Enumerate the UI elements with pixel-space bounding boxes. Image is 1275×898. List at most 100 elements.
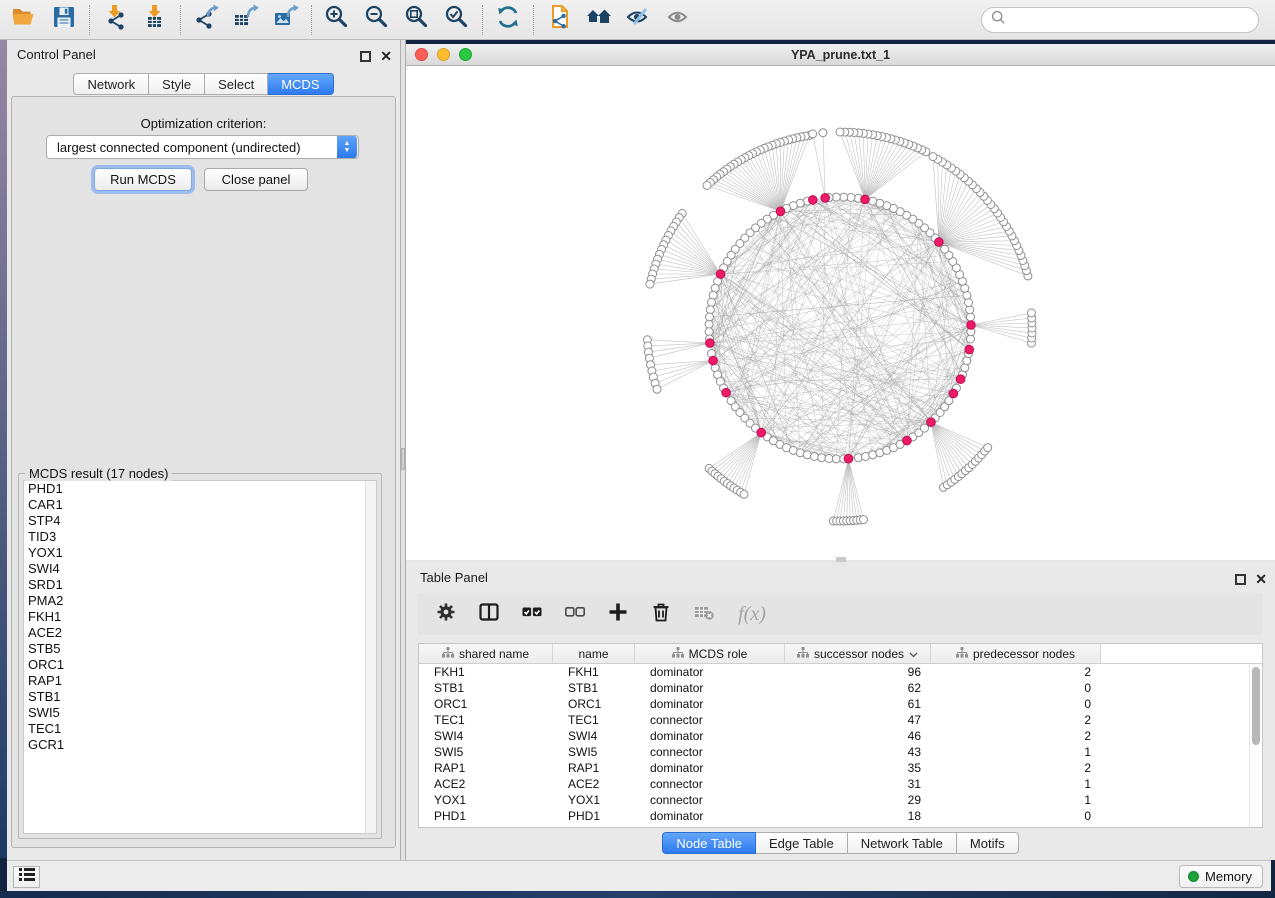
column-header-predecessor-nodes[interactable]: predecessor nodes xyxy=(931,644,1101,664)
table-cell[interactable]: 62 xyxy=(785,680,931,696)
zoom-selected-button[interactable] xyxy=(437,3,477,37)
add-column-button[interactable] xyxy=(606,602,630,626)
table-scrollbar[interactable] xyxy=(1249,664,1262,827)
mcds-result-item[interactable]: FKH1 xyxy=(24,609,376,625)
table-cell[interactable]: STB1 xyxy=(419,680,553,696)
table-cell[interactable]: ACE2 xyxy=(553,776,635,792)
network-canvas[interactable] xyxy=(406,66,1275,560)
table-cell[interactable]: 2 xyxy=(931,664,1101,680)
tab-network[interactable]: Network xyxy=(73,73,149,95)
settings-button[interactable] xyxy=(434,602,458,626)
table-cell[interactable]: ORC1 xyxy=(553,696,635,712)
splitter-grip[interactable] xyxy=(401,448,405,470)
table-cell[interactable]: SWI5 xyxy=(553,744,635,760)
tab-network-table[interactable]: Network Table xyxy=(848,832,957,854)
table-cell[interactable]: SWI4 xyxy=(553,728,635,744)
tab-mcds[interactable]: MCDS xyxy=(268,73,333,95)
first-neighbors-button[interactable] xyxy=(579,3,619,37)
column-header-MCDS-role[interactable]: MCDS role xyxy=(635,644,785,664)
table-cell[interactable]: 43 xyxy=(785,744,931,760)
table-cell[interactable]: FKH1 xyxy=(419,664,553,680)
table-row[interactable]: SWI5SWI5connector431 xyxy=(419,744,1262,760)
table-row[interactable]: TEC1TEC1connector472 xyxy=(419,712,1262,728)
table-cell[interactable]: 1 xyxy=(931,792,1101,808)
mcds-result-item[interactable]: CAR1 xyxy=(24,497,376,513)
close-panel-icon[interactable]: ✕ xyxy=(1255,574,1267,585)
mcds-result-item[interactable]: STB5 xyxy=(24,641,376,657)
table-cell[interactable]: PHD1 xyxy=(553,808,635,824)
column-header-shared-name[interactable]: shared name xyxy=(419,644,553,664)
table-cell[interactable]: connector xyxy=(635,744,785,760)
mcds-result-item[interactable]: ACE2 xyxy=(24,625,376,641)
table-cell[interactable]: connector xyxy=(635,792,785,808)
import-table-button[interactable] xyxy=(135,3,175,37)
table-cell[interactable]: 31 xyxy=(785,776,931,792)
table-cell[interactable]: 1 xyxy=(931,776,1101,792)
table-cell[interactable]: dominator xyxy=(635,680,785,696)
table-cell[interactable]: 46 xyxy=(785,728,931,744)
mcds-result-item[interactable]: GCR1 xyxy=(24,737,376,753)
search-input[interactable] xyxy=(1011,10,1258,30)
table-cell[interactable]: 35 xyxy=(785,760,931,776)
duplicate-network-button[interactable] xyxy=(539,3,579,37)
zoom-in-button[interactable] xyxy=(317,3,357,37)
table-cell[interactable]: 2 xyxy=(931,728,1101,744)
table-cell[interactable]: dominator xyxy=(635,728,785,744)
table-cell[interactable]: STB1 xyxy=(553,680,635,696)
table-row[interactable]: PHD1PHD1dominator180 xyxy=(419,808,1262,824)
import-network-button[interactable] xyxy=(95,3,135,37)
mcds-result-item[interactable]: TID3 xyxy=(24,529,376,545)
mcds-result-item[interactable]: STP4 xyxy=(24,513,376,529)
table-cell[interactable]: TEC1 xyxy=(419,712,553,728)
select-all-button[interactable] xyxy=(520,602,544,626)
table-cell[interactable]: SWI4 xyxy=(419,728,553,744)
show-all-button[interactable] xyxy=(659,3,699,37)
mcds-result-item[interactable]: SRD1 xyxy=(24,577,376,593)
table-cell[interactable]: PHD1 xyxy=(419,808,553,824)
mcds-result-item[interactable]: ORC1 xyxy=(24,657,376,673)
export-network-button[interactable] xyxy=(186,3,226,37)
close-panel-icon[interactable]: ✕ xyxy=(380,51,392,62)
mcds-result-item[interactable]: TEC1 xyxy=(24,721,376,737)
table-row[interactable]: YOX1YOX1connector291 xyxy=(419,792,1262,808)
tab-edge-table[interactable]: Edge Table xyxy=(756,832,848,854)
mcds-result-list[interactable]: PHD1CAR1STP4TID3YOX1SWI4SRD1PMA2FKH1ACE2… xyxy=(23,480,377,834)
network-graph[interactable] xyxy=(406,66,1275,560)
float-panel-icon[interactable] xyxy=(1235,574,1246,585)
mcds-result-item[interactable]: PHD1 xyxy=(24,481,376,497)
search-box[interactable] xyxy=(981,7,1259,33)
mcds-result-item[interactable]: SWI4 xyxy=(24,561,376,577)
table-row[interactable]: ACE2ACE2connector311 xyxy=(419,776,1262,792)
table-row[interactable]: FKH1FKH1dominator962 xyxy=(419,664,1262,680)
table-cell[interactable]: SWI5 xyxy=(419,744,553,760)
table-row[interactable]: STB1STB1dominator620 xyxy=(419,680,1262,696)
memory-button[interactable]: Memory xyxy=(1179,865,1263,888)
close-panel-button[interactable]: Close panel xyxy=(204,168,308,191)
table-cell[interactable]: RAP1 xyxy=(553,760,635,776)
table-cell[interactable]: 2 xyxy=(931,760,1101,776)
deselect-all-button[interactable] xyxy=(563,602,587,626)
export-table-button[interactable] xyxy=(226,3,266,37)
table-cell[interactable]: dominator xyxy=(635,808,785,824)
table-cell[interactable]: 2 xyxy=(931,712,1101,728)
mcds-result-item[interactable]: RAP1 xyxy=(24,673,376,689)
table-cell[interactable]: dominator xyxy=(635,696,785,712)
task-history-button[interactable] xyxy=(13,866,40,888)
run-mcds-button[interactable]: Run MCDS xyxy=(94,168,192,191)
scrollbar-thumb[interactable] xyxy=(1252,667,1260,745)
show-columns-button[interactable] xyxy=(477,602,501,626)
table-cell[interactable]: TEC1 xyxy=(553,712,635,728)
table-cell[interactable]: YOX1 xyxy=(553,792,635,808)
zoom-fit-button[interactable] xyxy=(397,3,437,37)
table-cell[interactable]: ACE2 xyxy=(419,776,553,792)
table-cell[interactable]: 29 xyxy=(785,792,931,808)
table-cell[interactable]: 0 xyxy=(931,680,1101,696)
mcds-result-item[interactable]: YOX1 xyxy=(24,545,376,561)
table-cell[interactable]: YOX1 xyxy=(419,792,553,808)
column-header-successor-nodes[interactable]: successor nodes xyxy=(785,644,931,664)
save-button[interactable] xyxy=(44,3,84,37)
tab-motifs[interactable]: Motifs xyxy=(957,832,1019,854)
hide-selected-button[interactable] xyxy=(619,3,659,37)
tab-style[interactable]: Style xyxy=(149,73,205,95)
table-cell[interactable]: 18 xyxy=(785,808,931,824)
